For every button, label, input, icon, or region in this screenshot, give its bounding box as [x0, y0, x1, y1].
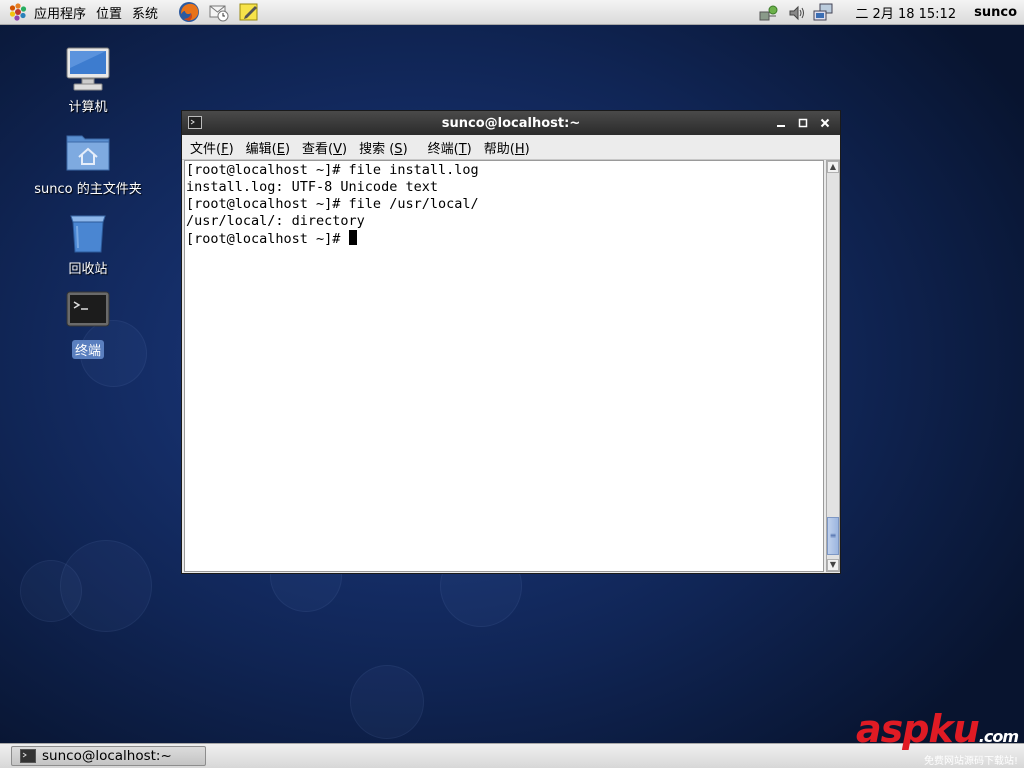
menu-terminal[interactable]: 终端(T) [422, 138, 478, 157]
menu-edit[interactable]: 编辑(E) [240, 138, 296, 157]
network-manager-tray[interactable] [811, 0, 839, 25]
terminal-line: [root@localhost ~]# file install.log [186, 162, 479, 178]
window-menubar: 文件(F) 编辑(E) 查看(V) 搜索 (S) 终端(T) 帮助(H) [182, 135, 840, 160]
terminal-line: /usr/local/: directory [186, 213, 365, 229]
menu-accelerator: H [514, 141, 525, 157]
menu-accelerator: V [333, 141, 342, 157]
window-titlebar[interactable]: sunco@localhost:~ [182, 111, 840, 135]
desktop-icon-label: 回收站 [68, 262, 108, 277]
watermark: aspku.com 免费网站源码下载站! [855, 707, 1019, 767]
terminal-line: install.log: UTF-8 Unicode text [186, 179, 438, 195]
menu-accelerator: F [221, 141, 229, 157]
system-menu-label: 系统 [132, 6, 159, 22]
menu-label: 文件( [190, 141, 222, 157]
menu-label: 搜索 ( [359, 141, 395, 157]
terminal-window: sunco@localhost:~ 文件(F) 编辑(E) 查看(V) 搜索 (… [181, 110, 841, 574]
watermark-brand: aspku.com [855, 707, 1019, 756]
places-menu[interactable]: 位置 [92, 0, 128, 25]
firefox-launcher[interactable] [176, 0, 202, 25]
menu-label: 终端( [427, 141, 459, 157]
terminal-output[interactable]: [root@localhost ~]# file install.log inst… [184, 160, 824, 572]
maximize-icon [798, 118, 808, 128]
terminal-prompt: [root@localhost ~]# [186, 231, 349, 247]
terminal-text: [root@localhost ~]# file install.log inst… [185, 161, 823, 248]
applications-menu-label: 应用程序 [34, 6, 87, 22]
menu-search[interactable]: 搜索 (S) [353, 138, 414, 157]
applications-menu[interactable]: 应用程序 [0, 0, 92, 25]
mail-launcher[interactable] [206, 0, 232, 25]
user-menu[interactable]: sunco [970, 5, 1024, 20]
menu-file[interactable]: 文件(F) [184, 138, 240, 157]
menu-label: 帮助( [483, 141, 515, 157]
menu-label: 查看( [302, 141, 334, 157]
menu-accelerator: S [394, 141, 403, 157]
desktop-icon-home-folder[interactable]: sunco 的主文件夹 [28, 128, 148, 197]
menu-label-end: ) [284, 141, 291, 157]
menu-label: 编辑( [245, 141, 277, 157]
desktop-icon-computer[interactable]: 计算机 [28, 46, 148, 115]
desktop-icon-trash[interactable]: 回收站 [28, 208, 148, 277]
menu-help[interactable]: 帮助(H) [478, 138, 536, 157]
desktop-icon-label: sunco 的主文件夹 [34, 182, 142, 197]
notes-launcher[interactable] [236, 0, 262, 25]
background-bokeh [350, 665, 424, 739]
firefox-icon [179, 2, 200, 22]
computer-icon [66, 47, 110, 91]
volume-tray[interactable] [783, 0, 811, 25]
menu-accelerator: T [458, 141, 467, 157]
desktop-icon-label: 终端 [71, 340, 104, 359]
terminal-prompt-line: [root@localhost ~]# [186, 230, 823, 248]
menu-view[interactable]: 查看(V) [296, 138, 353, 157]
menu-label-end: ) [342, 141, 348, 157]
terminal-task-icon [20, 749, 36, 763]
menu-label-end: ) [524, 141, 530, 157]
minimize-icon [777, 125, 785, 127]
terminal-window-icon [188, 116, 202, 129]
panel-right: 二 2月 18 15:12 sunco [755, 0, 1024, 25]
terminal-icon [66, 291, 110, 327]
scroll-down-button[interactable]: ▼ [827, 559, 839, 571]
close-icon [820, 118, 830, 128]
watermark-brand-name: aspku [855, 707, 980, 751]
computers-network-icon [813, 3, 833, 20]
menu-label-end: ) [402, 141, 408, 157]
maximize-button[interactable] [792, 113, 814, 133]
clock[interactable]: 二 2月 18 15:12 [839, 3, 970, 22]
speaker-icon [789, 5, 805, 20]
notes-pencil-icon [239, 3, 258, 21]
desktop-icon-label: 计算机 [68, 100, 108, 115]
mail-clock-icon [209, 5, 229, 22]
menu-label-end: ) [466, 141, 472, 157]
window-controls [770, 111, 836, 135]
gnome-foot-icon [9, 3, 27, 21]
scroll-up-button[interactable]: ▲ [827, 161, 839, 173]
text-cursor [348, 230, 357, 245]
menu-accelerator: E [276, 141, 285, 157]
taskbar-item-terminal[interactable]: sunco@localhost:~ [11, 746, 206, 766]
taskbar-item-label: sunco@localhost:~ [42, 748, 172, 764]
background-bokeh [20, 560, 82, 622]
terminal-line: [root@localhost ~]# file /usr/local/ [186, 196, 479, 212]
desktop-icon-terminal[interactable]: 终端 [28, 290, 148, 359]
window-title: sunco@localhost:~ [441, 115, 581, 131]
minimize-button[interactable] [770, 113, 792, 133]
terminal-scrollbar[interactable]: ▲ ≡ ▼ [826, 160, 840, 572]
home-folder-icon [66, 135, 110, 171]
system-menu[interactable]: 系统 [128, 0, 164, 25]
top-panel: 应用程序 位置 系统 二 2月 18 15:12 sunco [0, 0, 1024, 25]
close-button[interactable] [814, 113, 836, 133]
trash-icon [70, 215, 106, 253]
menu-label-end: ) [228, 141, 234, 157]
network-wired-icon [759, 5, 778, 20]
scrollbar-thumb[interactable]: ≡ [827, 517, 839, 555]
places-menu-label: 位置 [96, 6, 123, 22]
watermark-domain: .com [978, 727, 1019, 746]
network-tray[interactable] [755, 0, 783, 25]
